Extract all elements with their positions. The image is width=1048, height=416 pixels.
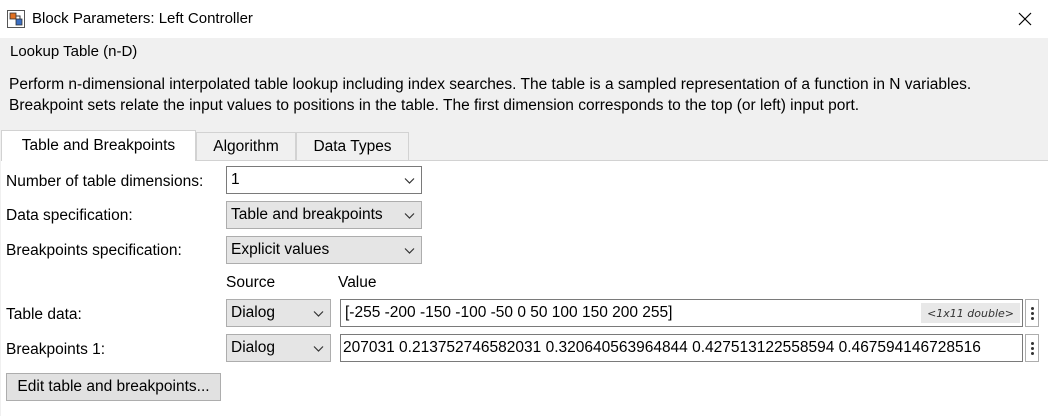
chevron-down-icon — [313, 346, 324, 352]
bp-spec-dropdown[interactable]: Explicit values — [226, 236, 422, 264]
block-description-section: Lookup Table (n-D) Perform n-dimensional… — [0, 38, 1048, 124]
breakpoints1-label: Breakpoints 1: — [6, 341, 106, 358]
data-spec-value: Table and breakpoints — [231, 206, 383, 223]
chevron-down-icon — [404, 213, 415, 219]
value-column-header: Value — [338, 274, 377, 291]
breakpoints1-source-dropdown[interactable]: Dialog — [226, 334, 331, 362]
block-type-legend: Lookup Table (n-D) — [10, 43, 138, 60]
table-and-breakpoints-panel: Number of table dimensions: 1 Data speci… — [1, 160, 1048, 416]
edit-table-button[interactable]: Edit table and breakpoints... — [6, 373, 221, 401]
tab-strip: Table and Breakpoints Algorithm Data Typ… — [0, 130, 1048, 161]
table-data-label: Table data: — [6, 306, 82, 323]
simulink-block-icon — [7, 10, 25, 28]
data-spec-dropdown[interactable]: Table and breakpoints — [226, 201, 422, 229]
num-dims-value: 1 — [231, 171, 240, 188]
bp-spec-value: Explicit values — [231, 241, 330, 258]
num-dims-label: Number of table dimensions: — [6, 173, 204, 190]
chevron-down-icon — [313, 311, 324, 317]
tab-table-and-breakpoints[interactable]: Table and Breakpoints — [1, 130, 196, 161]
close-button[interactable] — [1002, 0, 1048, 38]
close-icon — [1018, 12, 1032, 26]
breakpoints1-value-field[interactable]: 207031 0.213752746582031 0.3206405639648… — [340, 334, 1023, 362]
tab-algorithm[interactable]: Algorithm — [196, 132, 296, 160]
tab-data-types[interactable]: Data Types — [296, 132, 409, 160]
breakpoints1-source-value: Dialog — [231, 339, 275, 356]
table-data-size-badge: <1x11 double> — [921, 303, 1020, 323]
table-data-source-dropdown[interactable]: Dialog — [226, 299, 331, 327]
data-spec-label: Data specification: — [6, 207, 133, 224]
num-dims-dropdown[interactable]: 1 — [226, 166, 422, 194]
table-data-value-field[interactable]: [-255 -200 -150 -100 -50 0 50 100 150 20… — [340, 299, 1023, 327]
chevron-down-icon — [404, 178, 415, 184]
source-column-header: Source — [226, 274, 276, 291]
table-data-more-button[interactable] — [1025, 299, 1039, 327]
breakpoints1-value: 207031 0.213752746582031 0.3206405639648… — [343, 339, 981, 356]
block-description: Perform n-dimensional interpolated table… — [9, 76, 972, 114]
bp-spec-label: Breakpoints specification: — [6, 242, 182, 259]
table-data-value: [-255 -200 -150 -100 -50 0 50 100 150 20… — [345, 304, 673, 321]
table-data-source-value: Dialog — [231, 304, 275, 321]
breakpoints1-more-button[interactable] — [1025, 334, 1039, 362]
chevron-down-icon — [404, 248, 415, 254]
window-title: Block Parameters: Left Controller — [32, 10, 253, 27]
title-bar: Block Parameters: Left Controller — [0, 0, 1048, 38]
